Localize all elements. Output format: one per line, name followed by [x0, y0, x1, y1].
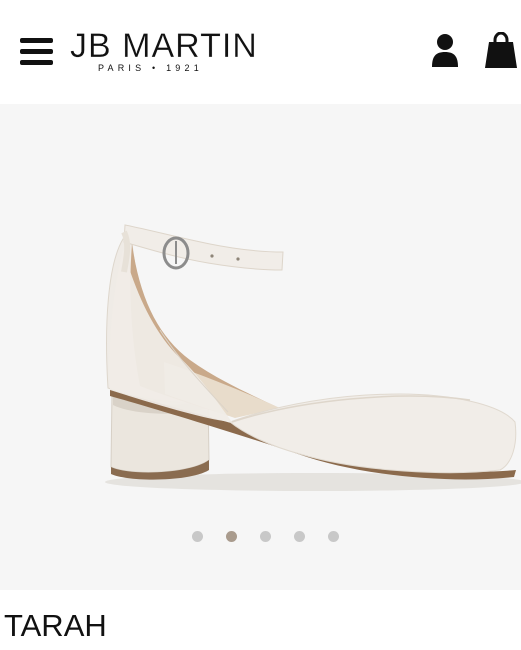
- site-header: JB MARTIN PARIS • 1921: [0, 0, 521, 104]
- logo-wordmark: JB MARTIN: [70, 27, 258, 65]
- carousel-dot-4[interactable]: [294, 531, 305, 542]
- carousel-dot-5[interactable]: [328, 531, 339, 542]
- logo-tagline: PARIS • 1921: [98, 63, 203, 73]
- menu-bar-bottom: [20, 60, 53, 65]
- carousel-dot-2[interactable]: [226, 531, 237, 542]
- product-photo: [105, 224, 521, 491]
- carousel-dot-3[interactable]: [260, 531, 271, 542]
- menu-bar-top: [20, 38, 53, 43]
- product-title: TARAH: [4, 608, 107, 643]
- product-image-carousel[interactable]: [0, 104, 521, 590]
- menu-bar-middle: [20, 49, 53, 54]
- shopping-bag-icon[interactable]: [484, 31, 518, 69]
- hamburger-menu-icon[interactable]: [20, 38, 53, 65]
- brand-logo[interactable]: JB MARTIN PARIS • 1921: [70, 26, 260, 76]
- carousel-pagination: [0, 531, 521, 545]
- product-page: JB MARTIN PARIS • 1921 TARAH: [0, 0, 521, 650]
- user-icon[interactable]: [430, 33, 460, 68]
- carousel-dot-1[interactable]: [192, 531, 203, 542]
